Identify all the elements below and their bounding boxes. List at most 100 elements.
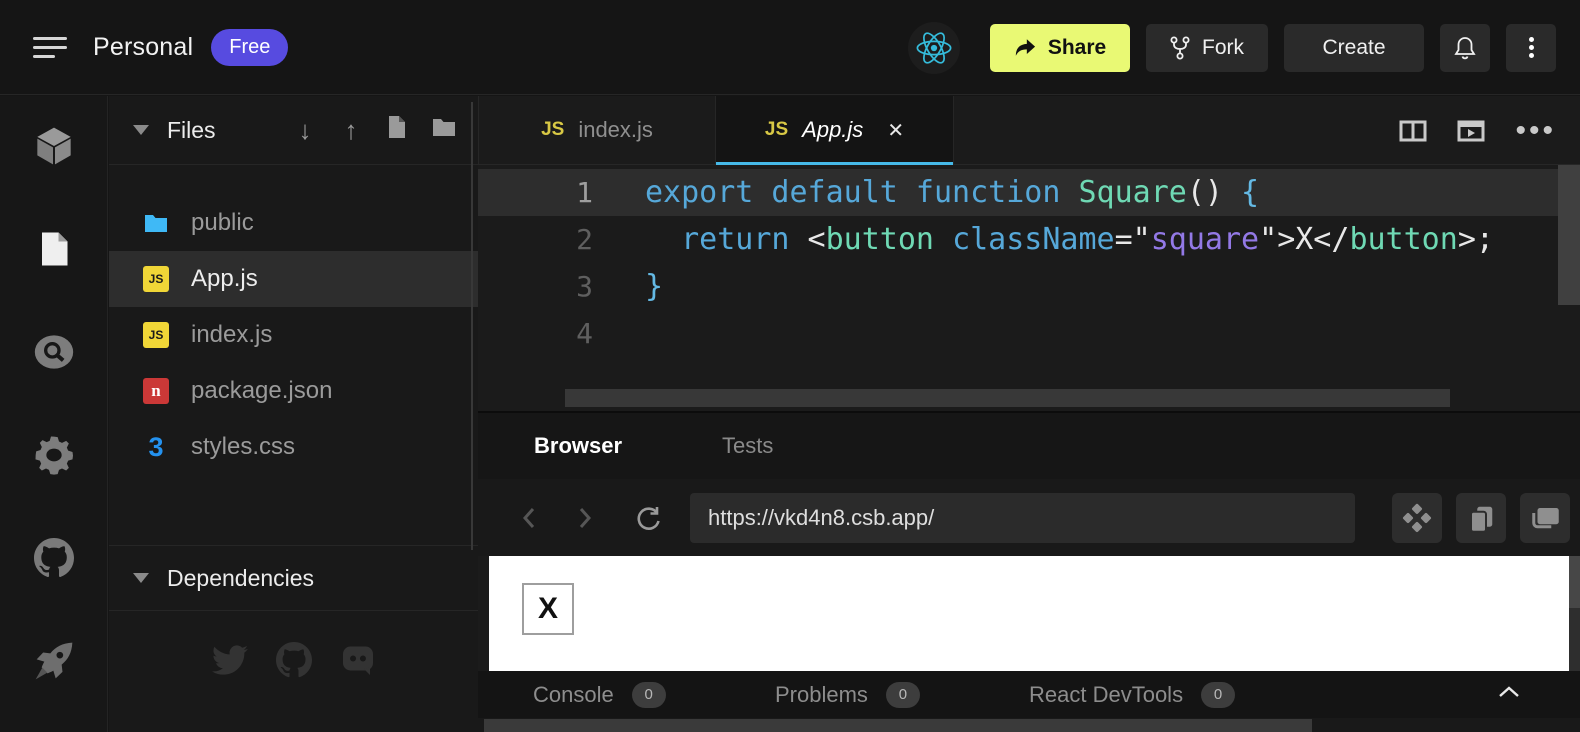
devtools-tab-problems[interactable]: Problems0 — [775, 671, 920, 718]
rail-gear-icon[interactable] — [34, 435, 74, 475]
devtools-scrollbar[interactable] — [478, 718, 1580, 732]
count-badge: 0 — [886, 682, 920, 708]
devtools-tab-console[interactable]: Console0 — [533, 671, 666, 718]
devtools-bar: Console0Problems0React DevTools0 — [478, 671, 1580, 718]
menu-icon[interactable] — [33, 31, 67, 64]
code-editor[interactable]: 1 export default function Square() { 2 ret… — [478, 165, 1580, 411]
tab-label: App.js — [802, 117, 863, 143]
code-line-1[interactable]: 1 export default function Square() { — [478, 169, 1580, 216]
new-folder-icon[interactable] — [430, 115, 456, 146]
workspace-name[interactable]: Personal — [93, 33, 193, 62]
dependencies-section-header[interactable]: Dependencies — [109, 545, 478, 611]
chevron-down-icon — [133, 125, 149, 135]
editor-tab-index.js[interactable]: JS index.js — [478, 96, 716, 164]
files-actions: ↓↑ — [292, 114, 456, 147]
upload-arrow-icon[interactable]: ↑ — [338, 115, 364, 146]
share-button[interactable]: Share — [990, 24, 1130, 72]
preview-page: X — [489, 556, 1569, 671]
overlap-rects-button[interactable] — [1456, 493, 1506, 543]
file-row-public[interactable]: public — [109, 195, 478, 251]
fork-icon — [1170, 36, 1190, 60]
code-text: return <button className="square">X</but… — [645, 222, 1494, 257]
code-line-4[interactable]: 4 — [478, 310, 1580, 357]
notifications-button[interactable] — [1440, 24, 1490, 72]
code-line-3[interactable]: 3} — [478, 263, 1580, 310]
file-name: package.json — [191, 377, 332, 405]
files-section-header[interactable]: Files ↓↑ — [109, 96, 478, 165]
file-list: public JS App.js JS index.js n package.json 3 st… — [109, 165, 478, 475]
devtools-tab-react-devtools[interactable]: React DevTools0 — [1029, 671, 1235, 718]
file-row-styles.css[interactable]: 3 styles.css — [109, 419, 478, 475]
line-number: 3 — [478, 270, 633, 303]
count-badge: 0 — [632, 682, 666, 708]
close-icon[interactable]: ✕ — [887, 118, 904, 143]
diamonds-icon — [1402, 503, 1432, 533]
overlap-windows-icon — [1530, 503, 1560, 533]
refresh-icon[interactable] — [634, 504, 662, 532]
files-sidebar: Files ↓↑ publicJSApp.jsJSindex.jsnpackag… — [109, 96, 478, 732]
line-number: 1 — [478, 176, 633, 209]
diamonds-button[interactable] — [1392, 493, 1442, 543]
url-input[interactable]: https://vkd4n8.csb.app/ — [690, 493, 1355, 543]
top-bar: Personal Free Share — [0, 0, 1580, 95]
kebab-icon — [1529, 34, 1534, 61]
share-arrow-icon — [1014, 39, 1036, 57]
social-links — [109, 641, 478, 679]
chevron-up-icon[interactable] — [1496, 684, 1522, 700]
rail-file-icon[interactable] — [34, 229, 74, 269]
editor-horizontal-scrollbar[interactable] — [565, 389, 1450, 407]
js-file-icon: JS — [143, 322, 169, 348]
back-icon[interactable] — [520, 505, 538, 531]
more-options-button[interactable] — [1506, 24, 1556, 72]
split-view-icon[interactable] — [1399, 120, 1427, 142]
new-file-icon[interactable] — [384, 114, 410, 147]
file-row-App.js[interactable]: JS App.js — [109, 251, 478, 307]
file-name: index.js — [191, 321, 272, 349]
create-button[interactable]: Create — [1284, 24, 1424, 72]
editor-tab-bar: JS index.js JS App.js ✕ ••• — [478, 96, 1580, 165]
overlap-windows-button[interactable] — [1520, 493, 1570, 543]
code-text: } — [645, 269, 663, 304]
file-name: App.js — [191, 265, 258, 293]
line-number: 4 — [478, 317, 633, 350]
code-line-2[interactable]: 2 return <button className="square">X</b… — [478, 216, 1580, 263]
rail-cube-icon[interactable] — [34, 126, 74, 166]
js-file-icon: JS — [765, 119, 788, 141]
file-row-index.js[interactable]: JS index.js — [109, 307, 478, 363]
editor-vertical-scrollbar[interactable] — [1558, 165, 1580, 305]
overlap-rects-icon — [1466, 503, 1496, 533]
preview-tab-browser[interactable]: Browser — [534, 433, 622, 459]
github-icon[interactable] — [275, 641, 313, 679]
sidebar-scrollbar[interactable] — [471, 102, 473, 550]
square-button[interactable]: X — [522, 583, 574, 635]
editor-tabbar-actions: ••• — [1399, 96, 1556, 165]
download-arrow-icon[interactable]: ↓ — [292, 115, 318, 146]
tab-label: index.js — [578, 117, 653, 143]
css-file-icon: 3 — [143, 434, 169, 460]
file-name: styles.css — [191, 433, 295, 461]
js-file-icon: JS — [541, 119, 564, 141]
rail-rocket-icon[interactable] — [34, 641, 74, 681]
preview-tab-tests[interactable]: Tests — [722, 433, 773, 459]
codesandbox-app: Personal Free Share — [0, 0, 1580, 732]
js-file-icon: JS — [143, 266, 169, 292]
file-row-package.json[interactable]: n package.json — [109, 363, 478, 419]
plan-badge[interactable]: Free — [211, 29, 288, 66]
react-logo-icon — [908, 22, 960, 74]
npm-file-icon: n — [143, 378, 169, 404]
editor-tab-App.js[interactable]: JS App.js ✕ — [716, 96, 954, 164]
code-text: export default function Square() { — [645, 175, 1259, 210]
fork-button[interactable]: Fork — [1146, 24, 1268, 72]
top-bar-actions: Share Fork Create — [908, 0, 1556, 95]
discord-icon[interactable] — [339, 641, 377, 679]
preview-pane: X — [478, 556, 1580, 671]
dependencies-title: Dependencies — [167, 565, 314, 592]
editor-more-icon[interactable]: ••• — [1515, 121, 1556, 141]
preview-scrollbar[interactable] — [1569, 556, 1580, 671]
forward-icon[interactable] — [576, 505, 594, 531]
devtools-tab-label: React DevTools — [1029, 682, 1183, 708]
preview-pane-icon[interactable] — [1457, 120, 1485, 142]
rail-github-icon[interactable] — [34, 538, 74, 578]
twitter-icon[interactable] — [211, 641, 249, 679]
rail-search-icon[interactable] — [34, 332, 74, 372]
